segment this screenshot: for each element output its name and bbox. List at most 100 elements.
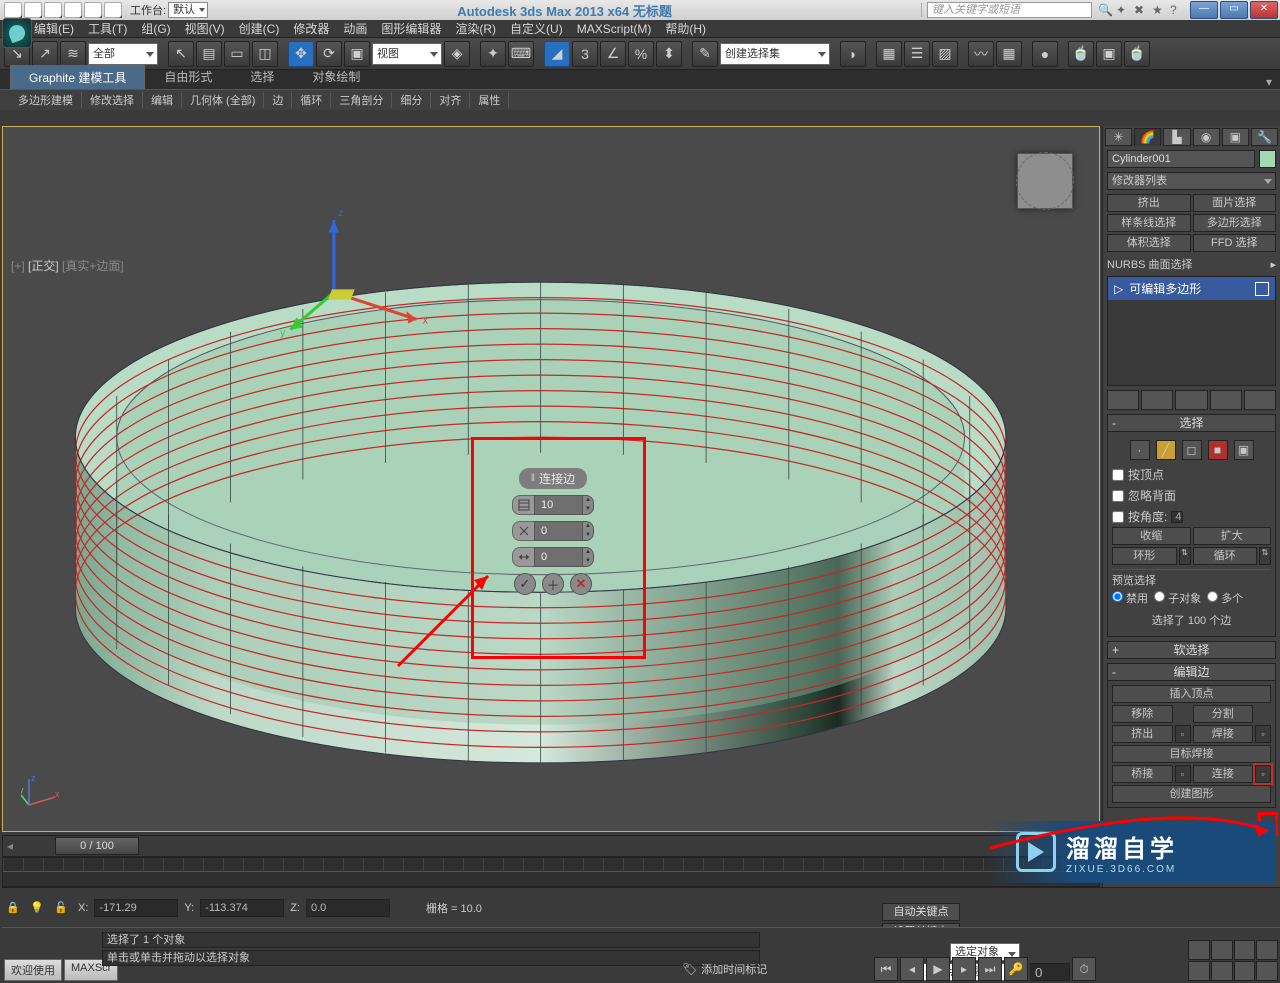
ribbon-tab-graphite[interactable]: Graphite 建模工具	[10, 65, 145, 89]
ring-spinner[interactable]: ⇅	[1179, 547, 1191, 565]
connect-edges-caddy[interactable]: 连接边 ▲▼ ▲▼ ▲▼ ✓ ＋ ✕	[498, 468, 608, 595]
bridge-button[interactable]: 桥接	[1112, 765, 1173, 783]
layer-manager-icon[interactable]: ☰	[904, 41, 930, 67]
bridge-settings-button[interactable]: ▫	[1175, 765, 1191, 783]
subobj-polygon-icon[interactable]: ■	[1208, 440, 1228, 460]
selection-filter-dropdown[interactable]: 全部	[88, 43, 158, 65]
unlink-icon[interactable]: ↗	[32, 41, 58, 67]
window-crossing-icon[interactable]: ◫	[252, 41, 278, 67]
by-vertex-checkbox[interactable]: 按顶点	[1112, 464, 1271, 485]
tab-hierarchy-icon[interactable]: ▙	[1163, 128, 1190, 146]
named-selection-dropdown[interactable]: 创建选择集	[720, 43, 830, 65]
pan-icon[interactable]	[1211, 961, 1233, 981]
preview-subobj-radio[interactable]: 子对象	[1154, 590, 1201, 606]
ribbon-expand-icon[interactable]: ▾	[1266, 75, 1272, 89]
subpanel-edge[interactable]: 边	[264, 92, 292, 108]
grow-button[interactable]: 扩大	[1193, 527, 1272, 545]
select-manipulate-icon[interactable]: ✦	[480, 41, 506, 67]
angle-value-input[interactable]	[1171, 511, 1183, 523]
slide-spinner[interactable]: ▲▼	[512, 547, 594, 567]
connect-button[interactable]: 连接	[1193, 765, 1254, 783]
bind-spacewarp-icon[interactable]: ≋	[60, 41, 86, 67]
schematic-view-icon[interactable]: ▦	[996, 41, 1022, 67]
workspace-dropdown[interactable]: 默认	[168, 2, 208, 18]
select-move-icon[interactable]: ✥	[288, 41, 314, 67]
subobj-element-icon[interactable]: ▣	[1234, 440, 1254, 460]
ribbon-tab-selection[interactable]: 选择	[231, 64, 293, 89]
btn-spline-select[interactable]: 样条线选择	[1107, 214, 1191, 232]
qat-undo-icon[interactable]	[64, 2, 82, 18]
timeslider-left-icon[interactable]: ◂	[3, 839, 17, 853]
menu-customize[interactable]: 自定义(U)	[510, 20, 563, 37]
zoom-extents-icon[interactable]	[1234, 940, 1256, 960]
show-end-result-icon[interactable]	[1141, 390, 1173, 410]
search-icon[interactable]: 🔍	[1098, 3, 1112, 17]
track-bar[interactable]	[2, 857, 1100, 887]
segments-input[interactable]	[534, 495, 582, 515]
tab-utilities-icon[interactable]: 🔧	[1251, 128, 1278, 146]
ribbon-tab-objectpaint[interactable]: 对象绘制	[293, 64, 379, 89]
menu-edit[interactable]: 编辑(E)	[34, 20, 74, 37]
select-name-icon[interactable]: ▤	[196, 41, 222, 67]
btn-poly-select[interactable]: 多边形选择	[1193, 214, 1277, 232]
qat-new-icon[interactable]	[4, 2, 22, 18]
menu-views[interactable]: 视图(V)	[185, 20, 225, 37]
angle-snap-icon[interactable]: ∠	[600, 41, 626, 67]
btn-extrude-mod[interactable]: 挤出	[1107, 194, 1191, 212]
app-menu-icon[interactable]	[2, 18, 32, 48]
extrude-button[interactable]: 挤出	[1112, 725, 1173, 743]
render-setup-icon[interactable]: 🍵	[1068, 41, 1094, 67]
mirror-icon[interactable]: ◗	[840, 41, 866, 67]
btn-patch-select[interactable]: 面片选择	[1193, 194, 1277, 212]
extrude-settings-button[interactable]: ▫	[1175, 725, 1191, 743]
select-scale-icon[interactable]: ▣	[344, 41, 370, 67]
prev-frame-icon[interactable]: ◂	[900, 957, 924, 981]
zoom-icon[interactable]	[1188, 940, 1210, 960]
qat-redo-icon[interactable]	[84, 2, 102, 18]
object-name-input[interactable]	[1107, 150, 1255, 168]
pinch-spinner-arrows[interactable]: ▲▼	[582, 521, 594, 541]
subpanel-polymodel[interactable]: 多边形建模	[10, 92, 82, 108]
subpanel-geom[interactable]: 几何体 (全部)	[182, 92, 264, 108]
goto-end-icon[interactable]: ⏭	[978, 957, 1002, 981]
connect-settings-button[interactable]: ▫	[1255, 765, 1271, 783]
subobj-border-icon[interactable]: ◻	[1182, 440, 1202, 460]
select-region-rect-icon[interactable]: ▭	[224, 41, 250, 67]
time-slider-knob[interactable]: 0 / 100	[55, 837, 139, 855]
pinch-input[interactable]	[534, 521, 582, 541]
preview-multi-radio[interactable]: 多个	[1207, 590, 1243, 606]
menu-help[interactable]: 帮助(H)	[665, 20, 706, 37]
maximize-button[interactable]: ▭	[1220, 1, 1248, 19]
subobj-vertex-icon[interactable]: ·	[1130, 440, 1150, 460]
configure-sets-icon[interactable]	[1244, 390, 1276, 410]
select-object-icon[interactable]: ↖	[168, 41, 194, 67]
close-button[interactable]: ✕	[1250, 1, 1278, 19]
menu-group[interactable]: 组(G)	[141, 20, 170, 37]
menu-modifiers[interactable]: 修改器	[293, 20, 329, 37]
qat-link-icon[interactable]	[104, 2, 122, 18]
slide-spinner-arrows[interactable]: ▲▼	[582, 547, 594, 567]
rollout-softsel-header[interactable]: +软选择	[1107, 641, 1276, 659]
tab-modify-icon[interactable]: 🌈	[1134, 128, 1161, 146]
preview-off-radio[interactable]: 禁用	[1112, 590, 1148, 606]
time-slider[interactable]: ◂ 0 / 100	[2, 835, 1100, 857]
pin-stack-icon[interactable]	[1107, 390, 1139, 410]
tab-display-icon[interactable]: ▣	[1222, 128, 1249, 146]
subpanel-prop[interactable]: 属性	[470, 92, 509, 108]
menu-maxscript[interactable]: MAXScript(M)	[577, 22, 652, 36]
autokey-button[interactable]: 自动关键点	[882, 903, 960, 921]
qat-open-icon[interactable]	[24, 2, 42, 18]
caddy-ok-button[interactable]: ✓	[514, 573, 536, 595]
rollout-editedges-header[interactable]: -编辑边	[1107, 663, 1276, 681]
viewcube[interactable]	[1017, 153, 1073, 209]
percent-snap-icon[interactable]: %	[628, 41, 654, 67]
modifier-stack[interactable]: ▷ 可编辑多边形	[1107, 276, 1276, 386]
selection-lock-icon[interactable]: 🔓	[54, 901, 72, 914]
minimize-button[interactable]: —	[1190, 1, 1218, 19]
use-center-icon[interactable]: ◈	[444, 41, 470, 67]
coord-z-input[interactable]: 0.0	[306, 899, 390, 917]
btn-ffd-select[interactable]: FFD 选择	[1193, 234, 1277, 252]
weld-settings-button[interactable]: ▫	[1255, 725, 1271, 743]
time-config-icon[interactable]: ⏱	[1072, 957, 1096, 981]
caddy-title[interactable]: 连接边	[519, 468, 587, 489]
